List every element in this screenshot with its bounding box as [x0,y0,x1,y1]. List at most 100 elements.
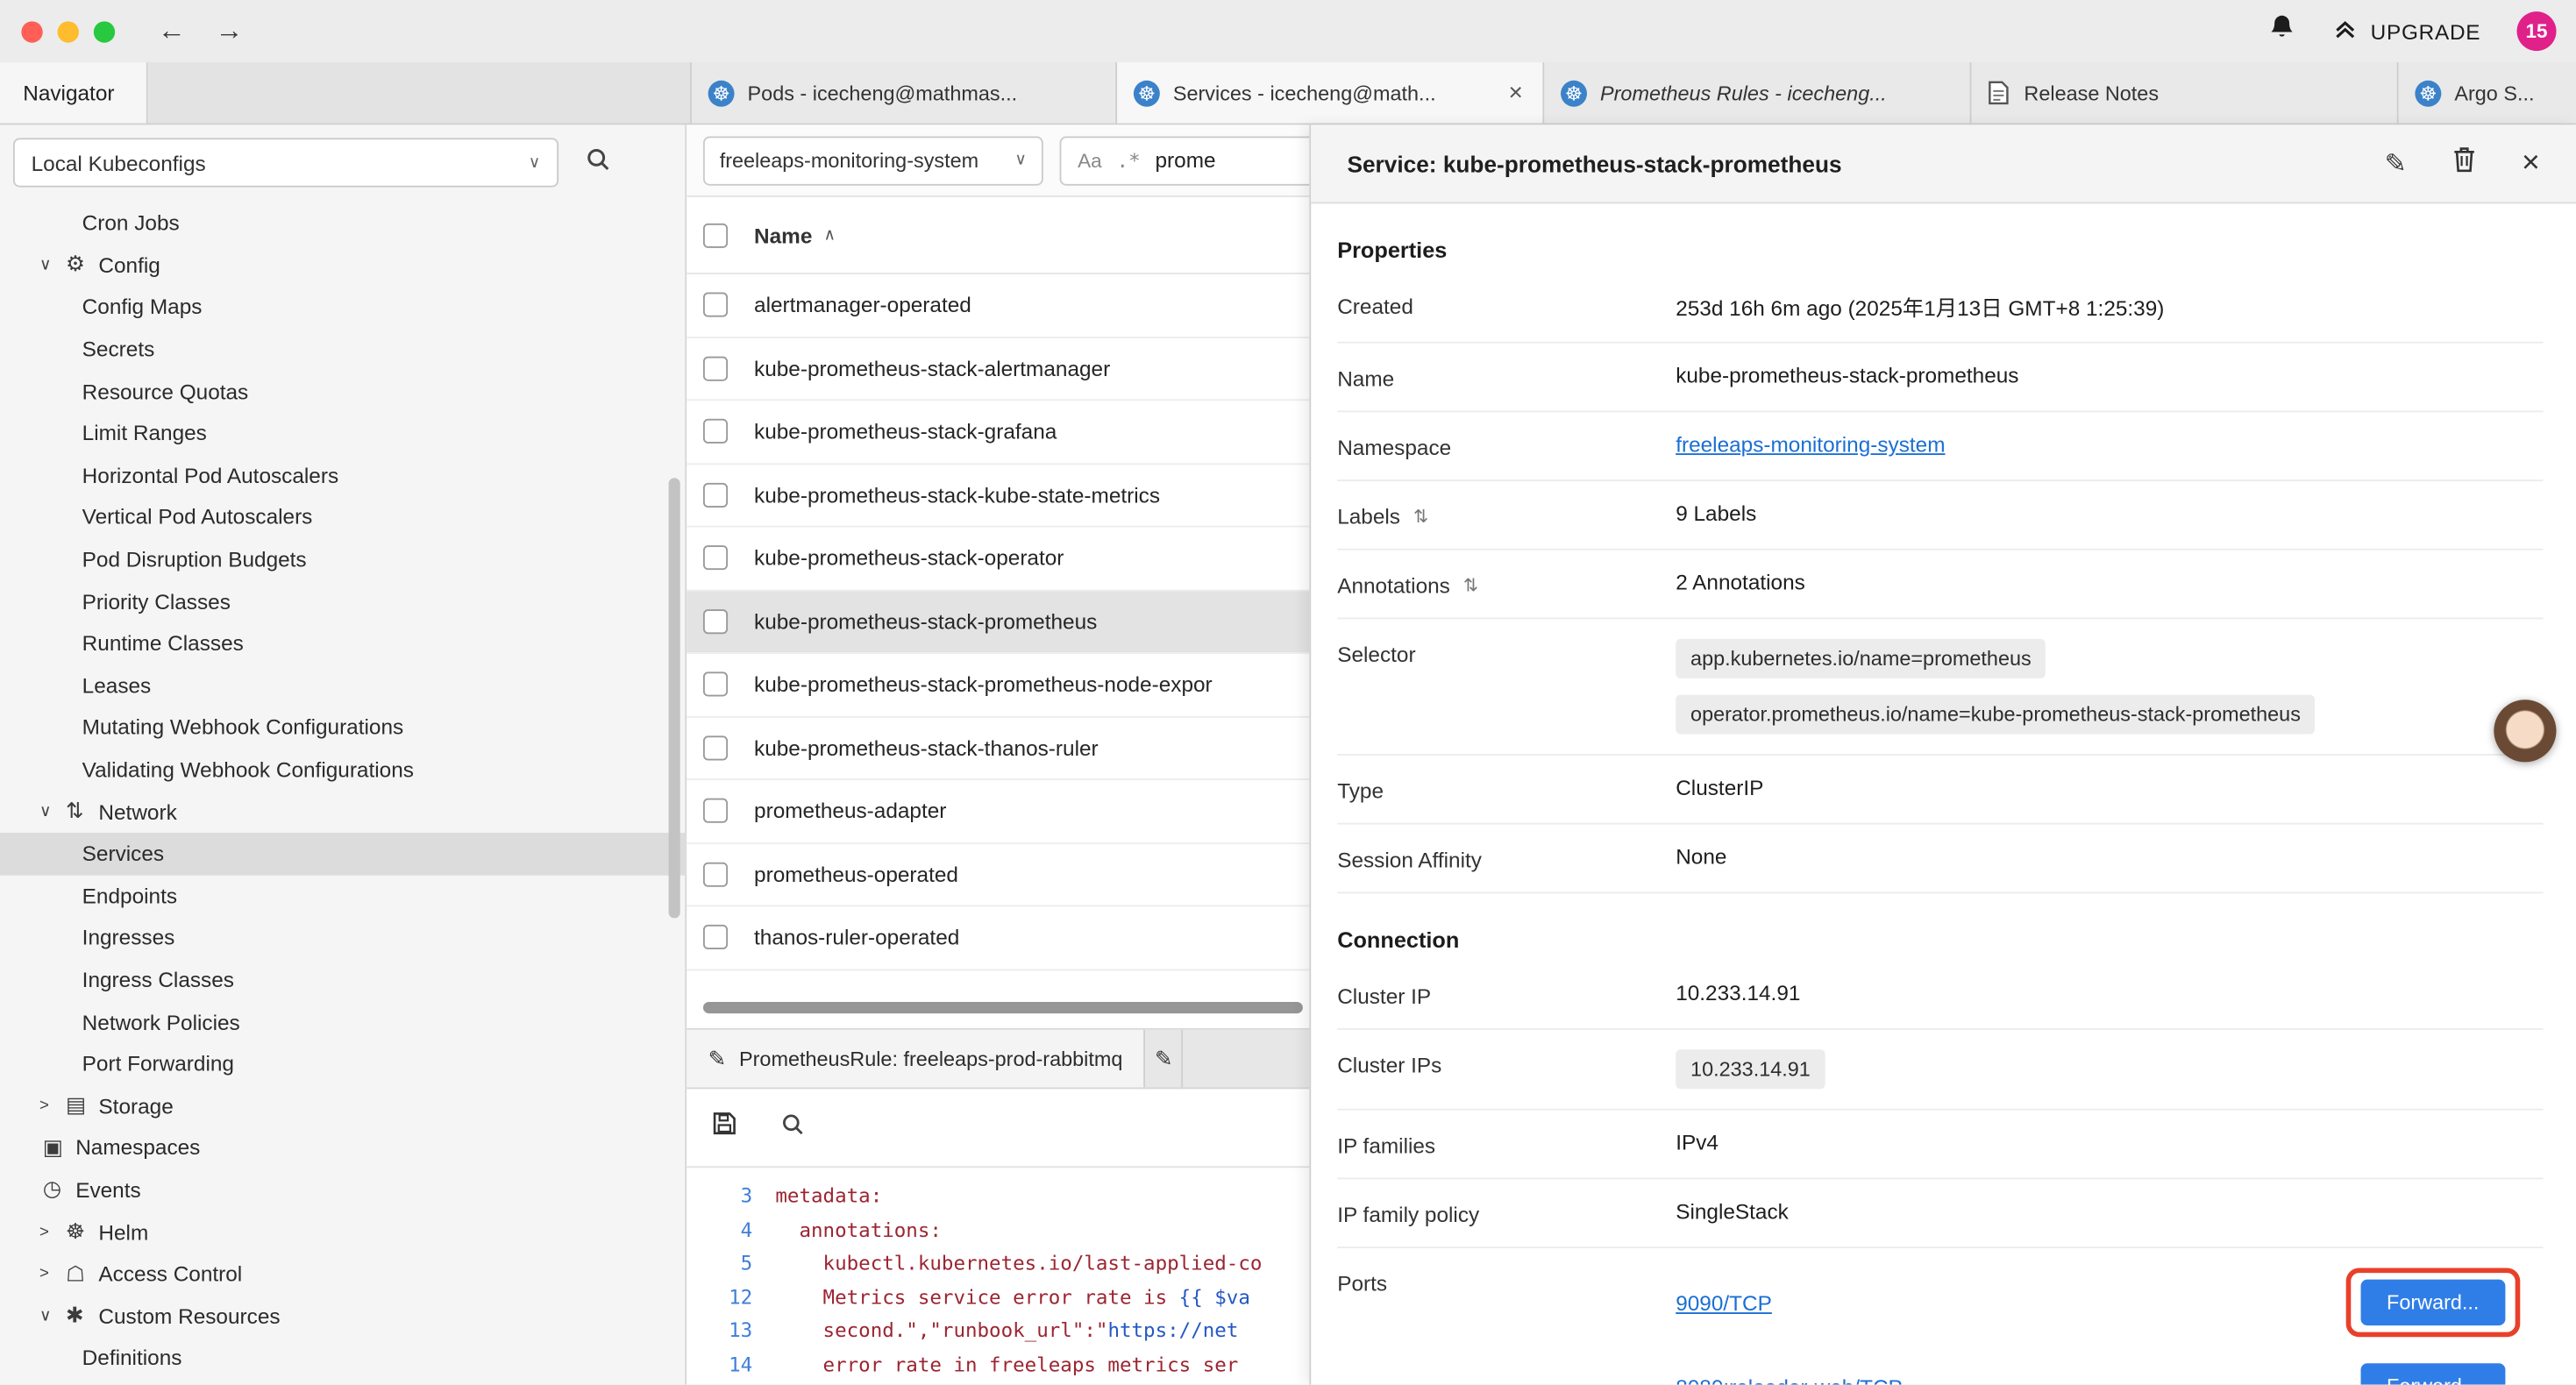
chevron-down-icon[interactable]: ∨ [39,803,66,821]
minimize-window-button[interactable] [58,20,79,41]
row-checkbox[interactable] [703,925,728,949]
maximize-window-button[interactable] [94,20,115,41]
tab-services-icecheng-math[interactable]: ☸Services - icecheng@math...× [1117,62,1544,123]
editor-search-icon[interactable] [780,1112,805,1144]
row-checkbox[interactable] [703,609,728,634]
chevron-right-icon[interactable]: > [39,1265,66,1283]
tab-release-notes[interactable]: Release Notes [1971,62,2398,123]
sidebar-item-config[interactable]: ∨⚙Config [0,244,687,286]
sidebar-item-horizontal-pod-autoscalers[interactable]: Horizontal Pod Autoscalers [0,454,687,496]
sidebar-item-network[interactable]: ∨⇅Network [0,791,687,833]
row-checkbox[interactable] [703,672,728,697]
sidebar-item-vertical-pod-autoscalers[interactable]: Vertical Pod Autoscalers [0,496,687,538]
table-row-thanos-ruler-operated[interactable]: thanos-ruler-operated [687,906,1309,970]
namespace-selector[interactable]: freeleaps-monitoring-system ∨ [703,136,1043,185]
sidebar-item-secrets[interactable]: Secrets [0,328,687,370]
row-checkbox[interactable] [703,862,728,886]
upgrade-button[interactable]: UPGRADE [2331,16,2481,47]
tab-pods-icecheng-mathmas[interactable]: ☸Pods - icecheng@mathmas... [690,62,1117,123]
port-link[interactable]: 8080:reloader-web/TCP [1676,1374,1903,1384]
table-row-kube-prometheus-stack-thanos-ruler[interactable]: kube-prometheus-stack-thanos-ruler [687,717,1309,780]
table-row-kube-prometheus-stack-grafana[interactable]: kube-prometheus-stack-grafana [687,401,1309,464]
sidebar-item-events[interactable]: ◷Events [0,1168,687,1211]
close-window-button[interactable] [21,20,42,41]
kubeconfig-selector[interactable]: Local Kubeconfigs ∨ [13,138,559,187]
sidebar-item-leases[interactable]: Leases [0,664,687,707]
sidebar-item-validating-webhook-configurations[interactable]: Validating Webhook Configurations [0,749,687,791]
editor-tab[interactable]: ✎ PrometheusRule: freeleaps-prod-rabbitm… [687,1030,1145,1088]
app-root: ← → UPGRADE 15 Navigator ☸Pods - icechen… [0,0,2576,1385]
sidebar-item-network-policies[interactable]: Network Policies [0,1001,687,1043]
sidebar-item-limit-ranges[interactable]: Limit Ranges [0,412,687,454]
delete-icon[interactable] [2452,146,2475,181]
sidebar-item-custom-resources[interactable]: ∨✱Custom Resources [0,1295,687,1337]
save-icon[interactable] [711,1111,737,1145]
close-tab-icon[interactable]: × [1505,79,1526,107]
sidebar-item-resource-quotas[interactable]: Resource Quotas [0,370,687,412]
tab-argo-s[interactable]: ☸Argo S... [2399,62,2576,123]
sidebar-item-ingresses[interactable]: Ingresses [0,917,687,959]
sort-icon[interactable]: ⇅ [1463,575,1478,596]
chevron-down-icon[interactable]: ∨ [39,1307,66,1325]
sidebar-item-label: Services [82,842,164,866]
sidebar-item-endpoints[interactable]: Endpoints [0,875,687,917]
notification-badge[interactable]: 15 [2517,11,2557,51]
chevron-down-icon[interactable]: ∨ [39,256,66,274]
sidebar-item-label: Endpoints [82,884,177,908]
navigator-tab[interactable]: Navigator [0,62,148,123]
select-all-checkbox[interactable] [703,223,728,247]
table-row-kube-prometheus-stack-prometheus-node-ex[interactable]: kube-prometheus-stack-prometheus-node-ex… [687,654,1309,717]
name-column-header[interactable]: Name ∧ [754,223,836,247]
chevron-right-icon[interactable]: > [39,1223,66,1241]
row-checkbox[interactable] [703,293,728,317]
row-checkbox[interactable] [703,735,728,760]
row-checkbox[interactable] [703,546,728,571]
value-link[interactable]: freeleaps-monitoring-system [1676,432,1945,457]
list-search-input[interactable]: Aa .* prome [1060,136,1310,185]
table-row-prometheus-operated[interactable]: prometheus-operated [687,843,1309,906]
sidebar-item-cron-jobs[interactable]: Cron Jobs [0,202,687,244]
sidebar-scrollbar[interactable] [669,478,680,918]
close-icon[interactable]: × [2522,146,2540,181]
forward-arrow-icon[interactable]: → [215,15,243,47]
edit-icon[interactable]: ✎ [2385,147,2407,180]
sidebar-item-helm[interactable]: >☸Helm [0,1211,687,1253]
sidebar-item-config-maps[interactable]: Config Maps [0,286,687,328]
forward-button[interactable]: Forward... [2360,1280,2505,1325]
back-arrow-icon[interactable]: ← [158,15,186,47]
editor-tab-partial[interactable]: ✎ [1146,1030,1184,1088]
table-row-kube-prometheus-stack-prometheus[interactable]: kube-prometheus-stack-prometheus [687,591,1309,654]
sidebar-item-pod-disruption-budgets[interactable]: Pod Disruption Budgets [0,538,687,580]
table-row-kube-prometheus-stack-kube-state-metrics[interactable]: kube-prometheus-stack-kube-state-metrics [687,464,1309,527]
forward-button[interactable]: Forward... [2360,1363,2505,1384]
sidebar-item-mutating-webhook-configurations[interactable]: Mutating Webhook Configurations [0,707,687,749]
sidebar-item-ingress-classes[interactable]: Ingress Classes [0,959,687,1001]
table-row-kube-prometheus-stack-operator[interactable]: kube-prometheus-stack-operator [687,527,1309,590]
tab-prometheus-rules-icecheng[interactable]: ☸Prometheus Rules - icecheng... [1544,62,1971,123]
horizontal-scrollbar[interactable] [703,1002,1303,1013]
chevron-right-icon[interactable]: > [39,1097,66,1115]
sidebar-search-icon[interactable] [585,146,611,180]
sidebar-item-port-forwarding[interactable]: Port Forwarding [0,1043,687,1085]
table-row-prometheus-adapter[interactable]: prometheus-adapter [687,780,1309,843]
row-checkbox[interactable] [703,482,728,507]
sidebar-item-priority-classes[interactable]: Priority Classes [0,580,687,622]
row-checkbox[interactable] [703,419,728,444]
sidebar-item-definitions[interactable]: Definitions [0,1337,687,1379]
bell-icon[interactable] [2268,13,2295,49]
avatar[interactable] [2494,700,2556,762]
match-case-toggle[interactable]: Aa [1078,149,1102,172]
table-row-kube-prometheus-stack-alertmanager[interactable]: kube-prometheus-stack-alertmanager [687,337,1309,401]
sidebar-item-namespaces[interactable]: ▣Namespaces [0,1126,687,1168]
sort-icon[interactable]: ⇅ [1413,506,1428,527]
sidebar-item-runtime-classes[interactable]: Runtime Classes [0,622,687,664]
sidebar-item-storage[interactable]: >▤Storage [0,1085,687,1127]
regex-toggle[interactable]: .* [1117,149,1141,172]
port-link[interactable]: 9090/TCP [1676,1290,1772,1315]
sidebar-item-services[interactable]: Services [0,833,687,875]
sidebar-item-access-control[interactable]: >☖Access Control [0,1253,687,1295]
row-checkbox[interactable] [703,356,728,380]
yaml-editor[interactable]: 3metadata:4 annotations:5 kubectl.kubern… [687,1168,1309,1381]
table-row-alertmanager-operated[interactable]: alertmanager-operated [687,274,1309,337]
row-checkbox[interactable] [703,799,728,823]
